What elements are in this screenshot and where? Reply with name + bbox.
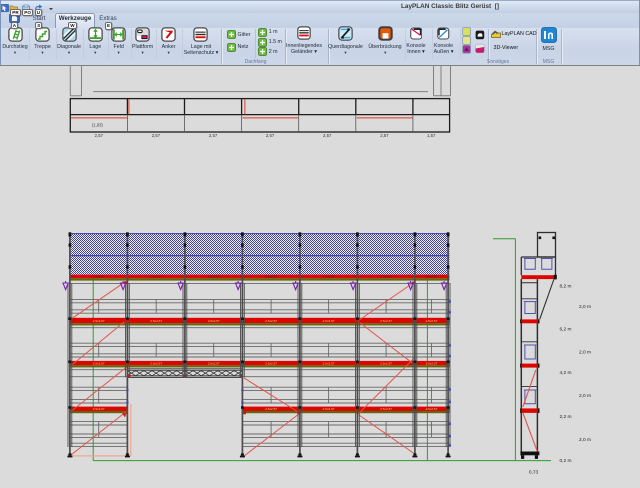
svg-text:2,5x2,57: 2,5x2,57 bbox=[380, 274, 392, 278]
svg-text:2,57: 2,57 bbox=[380, 133, 389, 138]
svg-text:2,5x2,57: 2,5x2,57 bbox=[323, 407, 335, 411]
svg-text:2,57: 2,57 bbox=[152, 133, 161, 138]
svg-text:2,57: 2,57 bbox=[95, 133, 104, 138]
svg-text:2,5x2,57: 2,5x2,57 bbox=[380, 319, 392, 323]
svg-text:2,57: 2,57 bbox=[266, 133, 275, 138]
svg-text:2,5x2,57: 2,5x2,57 bbox=[323, 361, 335, 365]
svg-text:2,5x2,57: 2,5x2,57 bbox=[150, 361, 162, 365]
svg-text:2,0 m: 2,0 m bbox=[579, 349, 591, 355]
svg-text:2,5x2,57: 2,5x2,57 bbox=[265, 319, 277, 323]
svg-text:0,2 m: 0,2 m bbox=[560, 458, 572, 464]
svg-text:2,5x2,57: 2,5x2,57 bbox=[265, 407, 277, 411]
svg-text:2,5x2,57: 2,5x2,57 bbox=[265, 361, 277, 365]
svg-text:2,5x2,57: 2,5x2,57 bbox=[208, 319, 220, 323]
svg-text:2,5x2,57: 2,5x2,57 bbox=[426, 407, 438, 411]
svg-text:2,5x2,57: 2,5x2,57 bbox=[208, 361, 220, 365]
svg-text:0,73: 0,73 bbox=[529, 470, 539, 476]
svg-text:2,57: 2,57 bbox=[323, 133, 332, 138]
svg-text:1,57: 1,57 bbox=[427, 133, 436, 138]
svg-text:2,5x2,57: 2,5x2,57 bbox=[323, 319, 335, 323]
svg-text:4,2 m: 4,2 m bbox=[560, 370, 572, 376]
svg-text:2,5x2,57: 2,5x2,57 bbox=[265, 274, 277, 278]
svg-text:2,57: 2,57 bbox=[209, 133, 218, 138]
svg-text:2,5x2,57: 2,5x2,57 bbox=[93, 407, 105, 411]
svg-text:2,5x2,57: 2,5x2,57 bbox=[150, 274, 162, 278]
svg-text:2,5x2,57: 2,5x2,57 bbox=[426, 319, 438, 323]
svg-text:2,5x2,57: 2,5x2,57 bbox=[93, 319, 105, 323]
svg-text:2,0 m: 2,0 m bbox=[579, 393, 591, 399]
svg-text:2,5x2,57: 2,5x2,57 bbox=[150, 319, 162, 323]
svg-text:2,5x2,57: 2,5x2,57 bbox=[380, 361, 392, 365]
svg-text:2,5x2,57: 2,5x2,57 bbox=[93, 274, 105, 278]
svg-text:(1,03): (1,03) bbox=[92, 123, 103, 128]
svg-text:2,5x2,57: 2,5x2,57 bbox=[380, 407, 392, 411]
svg-text:2,5x2,57: 2,5x2,57 bbox=[323, 274, 335, 278]
svg-text:2,2 m: 2,2 m bbox=[560, 414, 572, 420]
svg-text:2,5x2,57: 2,5x2,57 bbox=[208, 274, 220, 278]
svg-text:2,5x2,57: 2,5x2,57 bbox=[426, 274, 438, 278]
svg-text:6,2 m: 6,2 m bbox=[560, 327, 572, 333]
svg-text:2,5x2,57: 2,5x2,57 bbox=[93, 361, 105, 365]
svg-text:2,0 m: 2,0 m bbox=[579, 304, 591, 310]
svg-text:2,0 m: 2,0 m bbox=[579, 437, 591, 443]
svg-text:8,2 m: 8,2 m bbox=[560, 284, 572, 290]
svg-text:2,5x2,57: 2,5x2,57 bbox=[426, 361, 438, 365]
